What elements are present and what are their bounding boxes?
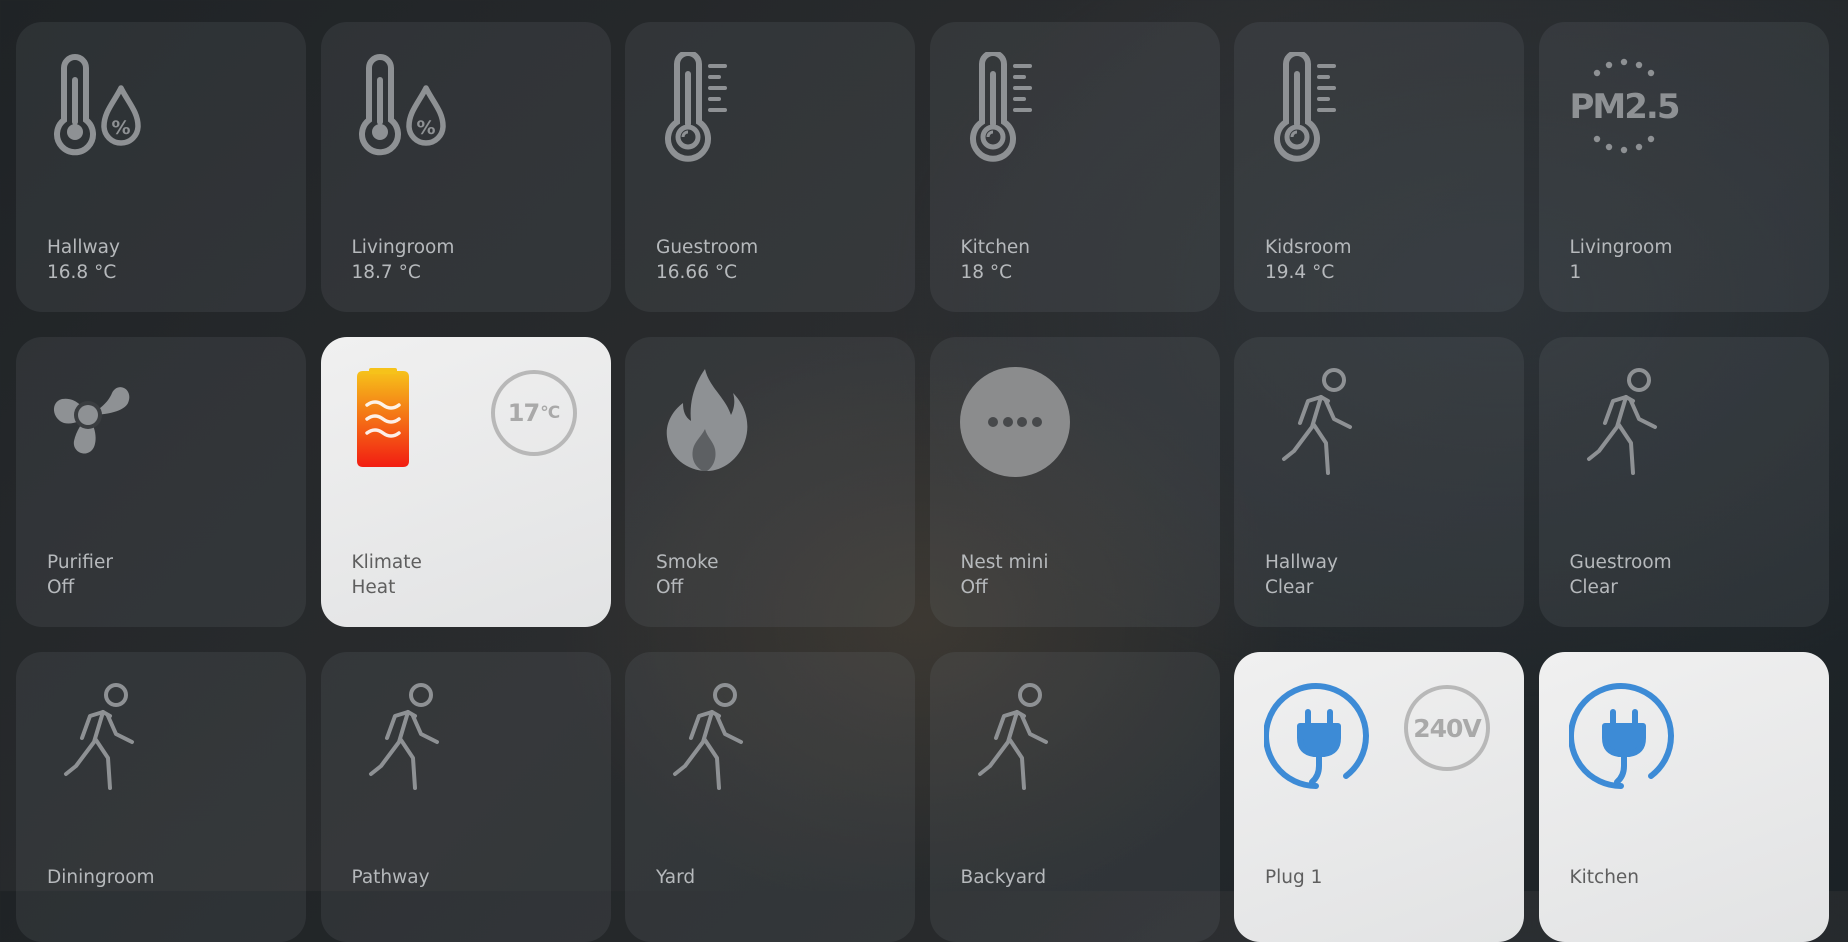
tile-smoke[interactable]: Smoke Off [625, 337, 915, 627]
tile-nest-mini[interactable]: Nest mini Off [929, 337, 1220, 627]
tile-state: Off [47, 577, 75, 598]
dashboard-grid: % Hallway 16.8 °C % Livingroom 18.7 °C G… [16, 22, 1829, 942]
tile-name: Diningroom [47, 867, 155, 888]
tile-state: Clear [1265, 577, 1314, 598]
tile-hallway-motion[interactable]: Hallway Clear [1234, 337, 1524, 627]
tile-name: Yard [656, 867, 696, 888]
tile-diningroom-motion[interactable]: Diningroom [16, 652, 306, 942]
tile-name: Guestroom [1569, 552, 1672, 573]
tile-klimate[interactable]: 17 °C Klimate Heat [320, 337, 611, 627]
tile-state: Clear [1569, 577, 1618, 598]
tile-name: Pathway [351, 867, 430, 888]
thermometer-humidity-icon: % [46, 52, 156, 162]
fan-icon [46, 367, 156, 477]
power-plug-icon [1264, 682, 1374, 792]
tile-name: Kidsroom [1265, 237, 1352, 258]
tile-name: Hallway [1265, 552, 1338, 573]
svg-text:%: % [416, 117, 435, 139]
heater-icon [351, 367, 461, 477]
thermometer-icon [960, 52, 1070, 162]
walking-person-icon [960, 682, 1070, 792]
tile-name: Kitchen [960, 237, 1031, 258]
thermometer-icon [1264, 52, 1374, 162]
tile-state: Off [960, 577, 988, 598]
thermometer-humidity-icon: % [351, 52, 461, 162]
tile-livingroom-temperature[interactable]: % Livingroom 18.7 °C [320, 22, 611, 312]
tile-name: Purifier [47, 552, 113, 573]
tile-name: Livingroom [1569, 237, 1673, 258]
tile-state: 19.4 °C [1265, 262, 1335, 283]
tile-name: Nest mini [960, 552, 1049, 573]
power-plug-icon [1568, 682, 1679, 792]
tile-state: 18 °C [960, 262, 1013, 283]
flame-icon [655, 367, 765, 477]
tile-name: Kitchen [1569, 867, 1640, 888]
tile-state: 1 [1569, 262, 1582, 283]
walking-person-icon [46, 682, 156, 792]
tile-state: 18.7 °C [351, 262, 421, 283]
walking-person-icon [351, 682, 461, 792]
walking-person-icon [1569, 367, 1679, 477]
pm25-icon: PM2.5 [1569, 52, 1679, 162]
tile-name: Livingroom [351, 237, 455, 258]
tile-name: Plug 1 [1265, 867, 1323, 888]
tile-name: Backyard [960, 867, 1047, 888]
tile-state: Off [656, 577, 684, 598]
tile-yard-motion[interactable]: Yard [625, 652, 915, 942]
tile-backyard-motion[interactable]: Backyard [929, 652, 1220, 942]
svg-text:%: % [111, 117, 130, 139]
tile-state: Heat [351, 577, 396, 598]
walking-person-icon [1264, 367, 1374, 477]
walking-person-icon [655, 682, 765, 792]
tile-name: Hallway [47, 237, 120, 258]
tile-name: Guestroom [656, 237, 759, 258]
tile-state: 16.8 °C [47, 262, 117, 283]
tile-purifier[interactable]: Purifier Off [16, 337, 306, 627]
tile-plug-1[interactable]: 240V Plug 1 [1234, 652, 1524, 942]
tile-kidsroom-temperature[interactable]: Kidsroom 19.4 °C [1234, 22, 1524, 312]
svg-text:PM2.5: PM2.5 [1569, 87, 1678, 127]
tile-pathway-motion[interactable]: Pathway [320, 652, 611, 942]
thermometer-icon [655, 52, 765, 162]
speaker-dots-icon [959, 367, 1070, 477]
tile-guestroom-temperature[interactable]: Guestroom 16.66 °C [625, 22, 915, 312]
tile-livingroom-pm25[interactable]: PM2.5 Livingroom 1 [1538, 22, 1829, 312]
tile-hallway-temperature[interactable]: % Hallway 16.8 °C [16, 22, 306, 312]
tile-name: Smoke [656, 552, 719, 573]
target-temperature-badge: 17 °C [490, 370, 577, 456]
tile-kitchen-plug[interactable]: Kitchen [1538, 652, 1829, 942]
tile-kitchen-temperature[interactable]: Kitchen 18 °C [929, 22, 1220, 312]
tile-guestroom-motion[interactable]: Guestroom Clear [1538, 337, 1829, 627]
tile-name: Klimate [351, 552, 422, 573]
voltage-badge: 240V [1404, 685, 1490, 771]
tile-state: 16.66 °C [656, 262, 738, 283]
